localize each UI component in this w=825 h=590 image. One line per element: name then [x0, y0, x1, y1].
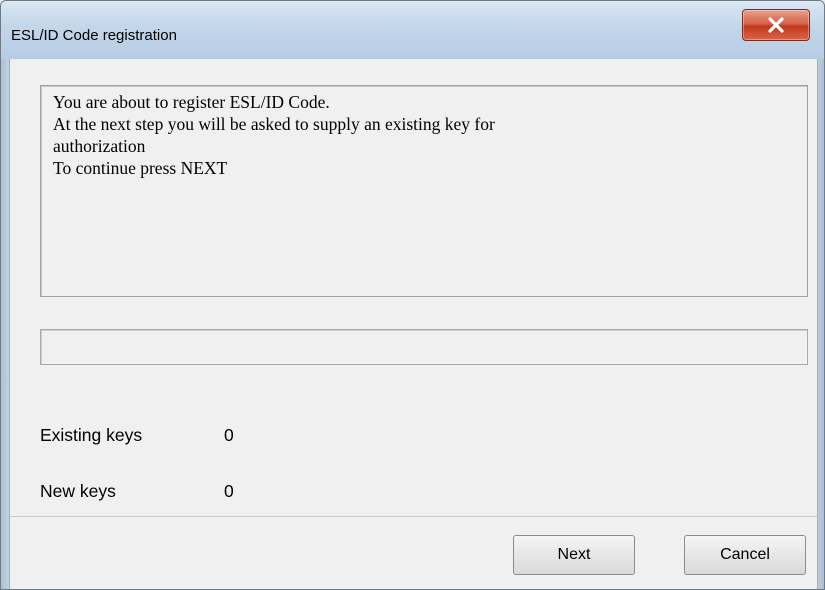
window-title: ESL/ID Code registration	[11, 27, 177, 44]
footer-divider	[10, 516, 817, 517]
progress-field	[40, 329, 808, 365]
message-line: You are about to register ESL/ID Code.	[53, 92, 330, 112]
window-frame-left	[1, 59, 9, 589]
new-keys-value: 0	[224, 481, 234, 501]
dialog-window: ESL/ID Code registration You are about t…	[0, 0, 825, 590]
message-line: At the next step you will be asked to su…	[53, 114, 495, 134]
title-bar[interactable]: ESL/ID Code registration	[1, 1, 824, 59]
new-keys-label: New keys	[40, 481, 116, 501]
existing-keys-label: Existing keys	[40, 425, 143, 445]
message-line: To continue press NEXT	[53, 158, 228, 178]
next-button[interactable]: Next	[513, 535, 635, 575]
close-icon	[768, 17, 784, 33]
close-button[interactable]	[742, 9, 810, 41]
dialog-client-area: You are about to register ESL/ID Code. A…	[9, 59, 818, 589]
message-box: You are about to register ESL/ID Code. A…	[40, 85, 808, 297]
message-line: authorization	[53, 136, 146, 156]
existing-keys-value: 0	[224, 425, 234, 445]
cancel-button[interactable]: Cancel	[684, 535, 806, 575]
